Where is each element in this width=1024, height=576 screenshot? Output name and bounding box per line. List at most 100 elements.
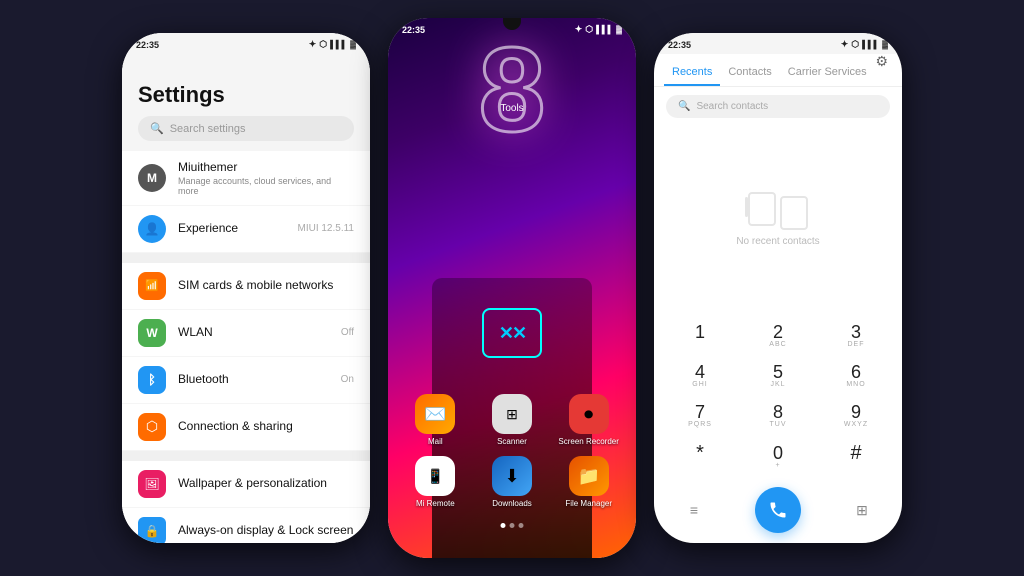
phone-dialer: 22:35 ✦ ⬡ ▌▌▌ ▓ ⚙ Recents Contacts Carri… (654, 33, 902, 543)
settings-header: Settings 🔍 Search settings (122, 54, 370, 147)
wallpaper-icon: 🖼 (138, 470, 166, 498)
signal-home: ▌▌▌ (596, 25, 613, 34)
app-recorder[interactable]: ⏺ Screen Recorder (555, 394, 622, 446)
key-6[interactable]: 6 MNO (818, 357, 894, 395)
key-hash[interactable]: # (818, 437, 894, 477)
bt-status: ✦ (841, 39, 849, 50)
status-icons-dialer: ✦ ⬡ ▌▌▌ ▓ (841, 39, 888, 50)
page-title: Settings (138, 82, 354, 108)
status-time-home: 22:35 (402, 25, 425, 35)
app-downloads[interactable]: ⬇ Downloads (479, 456, 546, 508)
dialer-actions: ≡ ⊞ (654, 481, 902, 543)
mail-icon: ✉️ (415, 394, 455, 434)
battery-dialer: ▓ (882, 40, 888, 49)
status-bar-settings: 22:35 ✦ ⬡ ▌▌▌ ▓ (122, 33, 370, 54)
folder-label: Tools (500, 103, 523, 114)
app-files[interactable]: 📁 File Manager (555, 456, 622, 508)
tab-contacts[interactable]: Contacts (720, 58, 779, 86)
tools-folder[interactable]: Tools (500, 103, 523, 118)
divider-1 (122, 253, 370, 263)
settings-item-miuithemer[interactable]: M Miuithemer Manage accounts, cloud serv… (122, 151, 370, 205)
key-1[interactable]: 1 (662, 317, 738, 355)
grid-icon-btn[interactable]: ⊞ (846, 494, 878, 526)
dialer-tab-bar: Recents Contacts Carrier Services (654, 54, 902, 87)
settings-icon[interactable]: ⚙ (875, 53, 888, 70)
wlan-text: WLAN (178, 325, 329, 341)
alwayson-text: Always-on display & Lock screen (178, 523, 354, 539)
recorder-icon: ⏺ (569, 394, 609, 434)
settings-item-wlan[interactable]: W WLAN Off (122, 310, 370, 356)
key-7[interactable]: 7 PQRS (662, 397, 738, 435)
key-4[interactable]: 4 GHI (662, 357, 738, 395)
wlan-value: Off (341, 327, 354, 338)
app-scanner[interactable]: ⊞ Scanner (479, 394, 546, 446)
key-star[interactable]: * (662, 437, 738, 477)
signal-icon: ▌▌▌ (330, 40, 347, 49)
alwayson-icon: 🔒 (138, 517, 166, 543)
alwayson-label: Always-on display & Lock screen (178, 523, 354, 539)
bluetooth-icon-status: ✦ (309, 39, 317, 50)
wifi-icon-status: ⬡ (319, 39, 327, 50)
connection-label: Connection & sharing (178, 419, 354, 435)
files-label: File Manager (565, 499, 612, 508)
connection-icon: ⬡ (138, 413, 166, 441)
settings-item-experience[interactable]: 👤 Experience MIUI 12.5.11 (122, 206, 370, 252)
wallpaper-text: Wallpaper & personalization (178, 476, 354, 492)
settings-item-connection[interactable]: ⬡ Connection & sharing (122, 404, 370, 450)
no-contacts-label: No recent contacts (736, 236, 819, 247)
key-9[interactable]: 9 WXYZ (818, 397, 894, 435)
downloads-icon: ⬇ (492, 456, 532, 496)
miuithemer-text: Miuithemer Manage accounts, cloud servic… (178, 160, 354, 196)
mask-face: ✕✕ (482, 308, 542, 358)
tab-recents[interactable]: Recents (664, 58, 720, 86)
tab-carrier[interactable]: Carrier Services (780, 58, 875, 86)
phone-call-icon (768, 500, 788, 520)
settings-item-wallpaper[interactable]: 🖼 Wallpaper & personalization (122, 461, 370, 507)
search-contacts-icon: 🔍 (678, 101, 690, 112)
experience-icon: 👤 (138, 215, 166, 243)
bluetooth-label: Bluetooth (178, 372, 329, 388)
app-remote[interactable]: 📱 Mi Remote (402, 456, 469, 508)
wallpaper-label: Wallpaper & personalization (178, 476, 354, 492)
settings-item-sim[interactable]: 📶 SIM cards & mobile networks (122, 263, 370, 309)
phone-settings: 22:35 ✦ ⬡ ▌▌▌ ▓ Settings 🔍 Search settin… (122, 33, 370, 543)
downloads-label: Downloads (492, 499, 532, 508)
app-mail[interactable]: ✉️ Mail (402, 394, 469, 446)
scanner-icon: ⊞ (492, 394, 532, 434)
home-screen: 22:35 ✦ ⬡ ▌▌▌ ▓ 8 ✕✕ Too (388, 18, 636, 558)
mail-label: Mail (428, 437, 443, 446)
bluetooth-text: Bluetooth (178, 372, 329, 388)
settings-item-bluetooth[interactable]: ᛒ Bluetooth On (122, 357, 370, 403)
app-grid: ✉️ Mail ⊞ Scanner ⏺ Screen Recorder 📱 Mi… (388, 394, 636, 508)
wallpaper-number: 8 (479, 30, 546, 150)
call-button[interactable] (755, 487, 801, 533)
battery-home: ▓ (616, 25, 622, 34)
key-2[interactable]: 2 ABC (740, 317, 816, 355)
key-8[interactable]: 8 TUV (740, 397, 816, 435)
contacts-search[interactable]: 🔍 Search contacts (666, 95, 890, 118)
bluetooth-icon: ᛒ (138, 366, 166, 394)
dialer-screen: 22:35 ✦ ⬡ ▌▌▌ ▓ ⚙ Recents Contacts Carri… (654, 33, 902, 543)
no-recent-contacts: No recent contacts (654, 126, 902, 313)
settings-item-alwayson[interactable]: 🔒 Always-on display & Lock screen (122, 508, 370, 543)
dialpad-icon-btn[interactable]: ≡ (678, 494, 710, 526)
bluetooth-value: On (341, 374, 354, 385)
status-time-dialer: 22:35 (668, 40, 691, 50)
search-icon: 🔍 (150, 122, 164, 135)
key-0[interactable]: 0 + (740, 437, 816, 477)
search-contacts-placeholder: Search contacts (696, 101, 768, 112)
wifi-status: ⬡ (851, 39, 859, 50)
scanner-label: Scanner (497, 437, 527, 446)
wifi-icon: ⬡ (585, 24, 593, 35)
search-bar[interactable]: 🔍 Search settings (138, 116, 354, 141)
status-time: 22:35 (136, 40, 159, 50)
remote-label: Mi Remote (416, 499, 455, 508)
files-icon: 📁 (569, 456, 609, 496)
keypad: 1 2 ABC 3 DEF 4 GHI 5 JKL (654, 313, 902, 481)
settings-list: M Miuithemer Manage accounts, cloud serv… (122, 147, 370, 543)
settings-screen: 22:35 ✦ ⬡ ▌▌▌ ▓ Settings 🔍 Search settin… (122, 33, 370, 543)
remote-icon: 📱 (415, 456, 455, 496)
status-icons-home: ✦ ⬡ ▌▌▌ ▓ (575, 24, 622, 35)
key-5[interactable]: 5 JKL (740, 357, 816, 395)
key-3[interactable]: 3 DEF (818, 317, 894, 355)
